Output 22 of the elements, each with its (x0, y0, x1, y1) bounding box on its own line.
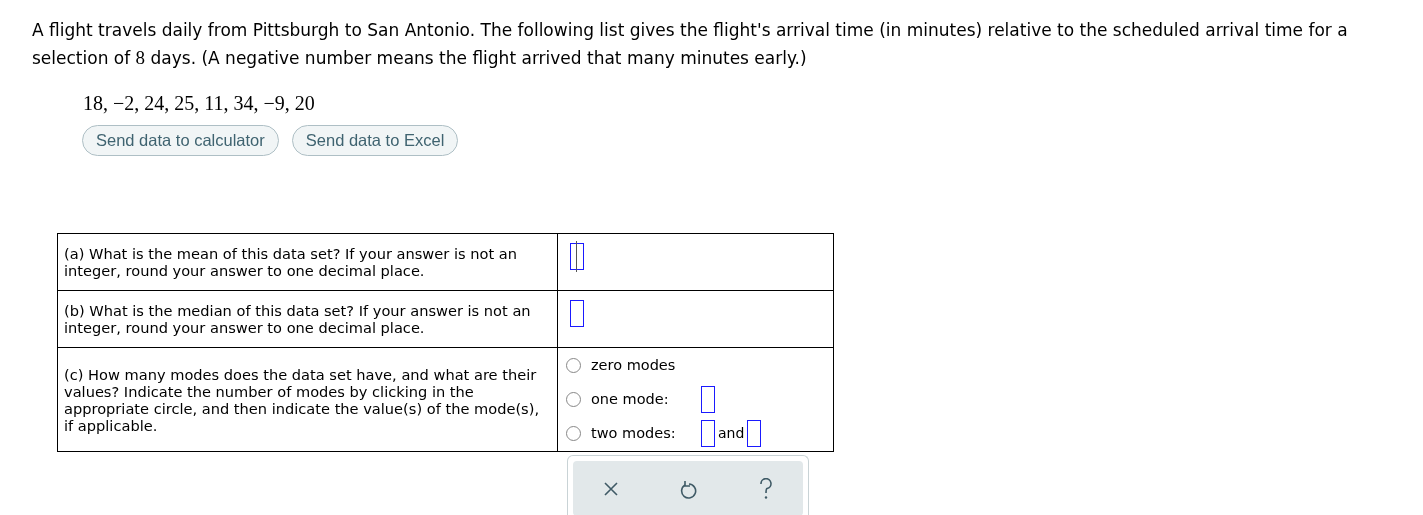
answer-box[interactable] (747, 419, 762, 447)
option-label: one mode: (591, 391, 670, 407)
radio-button[interactable] (566, 391, 581, 407)
option-label: two modes: (591, 425, 677, 441)
radio-button[interactable] (566, 357, 581, 373)
joiner-text: and (718, 425, 745, 441)
help-button[interactable] (758, 477, 773, 500)
answer-box[interactable] (701, 385, 715, 413)
answer-box[interactable] (570, 300, 584, 327)
question-text: (b) What is the median of this data set? If your answer is not an integer, round your answer to one decimal place. (64, 302, 532, 336)
send-data-button[interactable]: Send data to Excel (291, 125, 459, 156)
question-text: (a) What is the mean of this data set? If your answer is not an integer, round your answer to one decimal place. (64, 245, 518, 279)
answer-box[interactable] (701, 419, 715, 447)
send-data-button[interactable]: Send data to calculator (82, 125, 279, 156)
question-text: (c) How many modes does the data set have, and what are their values? Indicate the number of modes by clicking in the appropriate circle, and then indicate the value(s) of the mode(s), if applicable. (64, 365, 541, 434)
undo-button[interactable] (680, 478, 698, 499)
radio-button[interactable] (566, 425, 581, 441)
option-label: zero modes (591, 357, 677, 373)
data-values: 18, −2, 24, 25, 11, 34, −9, 20 (83, 92, 315, 115)
problem-statement: A flight travels daily from Pittsburgh to San Antonio. The following list gives the flight's arrival time (in minutes) relative to the scheduled arrival time for a selection of 8 days. (A negative number means the flight arrived that many minutes early.) (32, 19, 1349, 70)
clear-button[interactable] (603, 480, 620, 497)
answer-box[interactable] (570, 243, 584, 270)
